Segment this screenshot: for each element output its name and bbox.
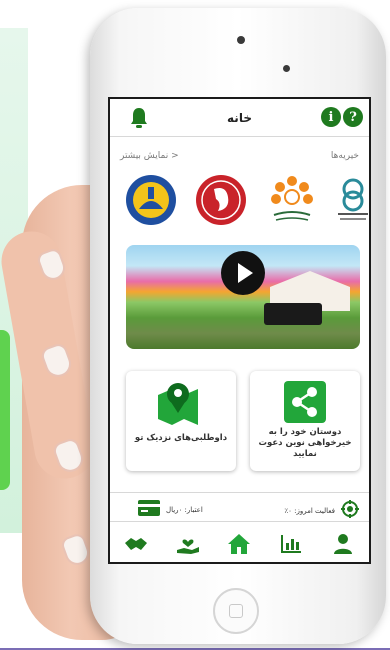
home-hardware-button[interactable]	[213, 588, 259, 634]
card-label: داوطلبی‌های نزدیک تو	[134, 433, 228, 443]
credit-card-icon	[138, 500, 160, 520]
hand-heart-icon[interactable]	[174, 530, 202, 558]
card-label: دوستان خود را به خیرخواهی نوین دعوت نمای…	[258, 427, 352, 459]
bottom-navigation	[110, 527, 369, 561]
charities-section-header: نمایش بیشتر > خیریه‌ها	[110, 151, 369, 165]
background-decoration	[0, 330, 10, 490]
app-screen: خانه i ? نمایش بیشتر > خیریه‌ها	[108, 97, 371, 564]
target-icon	[341, 500, 359, 522]
app-header: خانه i ?	[110, 99, 369, 137]
activity-label: فعالیت امروز: ۰٪	[284, 507, 335, 515]
chart-icon[interactable]	[277, 530, 305, 558]
charity-logo-red[interactable]	[196, 175, 246, 225]
play-button[interactable]	[221, 251, 265, 295]
sensor-dot	[283, 65, 290, 72]
charity-logo-behzisti[interactable]	[270, 175, 314, 225]
share-icon	[284, 381, 326, 427]
activity-status: فعالیت امروز: ۰٪	[284, 500, 359, 522]
map-pin-icon	[156, 381, 208, 431]
user-icon[interactable]	[329, 530, 357, 558]
home-button-square	[229, 604, 243, 618]
charity-logo-foundation[interactable]	[336, 175, 369, 225]
video-thumbnail[interactable]	[126, 245, 360, 349]
charity-logos	[110, 175, 369, 231]
play-icon	[237, 263, 253, 283]
show-more-link[interactable]: نمایش بیشتر >	[120, 151, 179, 161]
invite-friends-card[interactable]: دوستان خود را به خیرخواهی نوین دعوت نمای…	[250, 371, 360, 471]
front-camera	[237, 36, 245, 44]
credit-label: اعتبار: ۰ریال	[166, 506, 203, 514]
charity-logo-imam-khomeini[interactable]	[126, 175, 176, 225]
info-icon[interactable]: i	[321, 107, 341, 127]
credit-status: اعتبار: ۰ریال	[138, 500, 203, 520]
video-truck-graphic	[264, 303, 322, 325]
page-title: خانه	[227, 110, 252, 125]
header-actions: i ?	[321, 107, 363, 127]
handshake-icon[interactable]	[122, 530, 150, 558]
section-title: خیریه‌ها	[330, 151, 359, 161]
nearby-volunteering-card[interactable]: داوطلبی‌های نزدیک تو	[126, 371, 236, 471]
action-cards: داوطلبی‌های نزدیک تو دوستان خود را به خی…	[126, 371, 360, 471]
home-icon[interactable]	[225, 530, 253, 558]
bell-icon[interactable]	[130, 107, 148, 133]
status-bar: اعتبار: ۰ریال فعالیت امروز: ۰٪	[110, 492, 369, 522]
help-icon[interactable]: ?	[343, 107, 363, 127]
